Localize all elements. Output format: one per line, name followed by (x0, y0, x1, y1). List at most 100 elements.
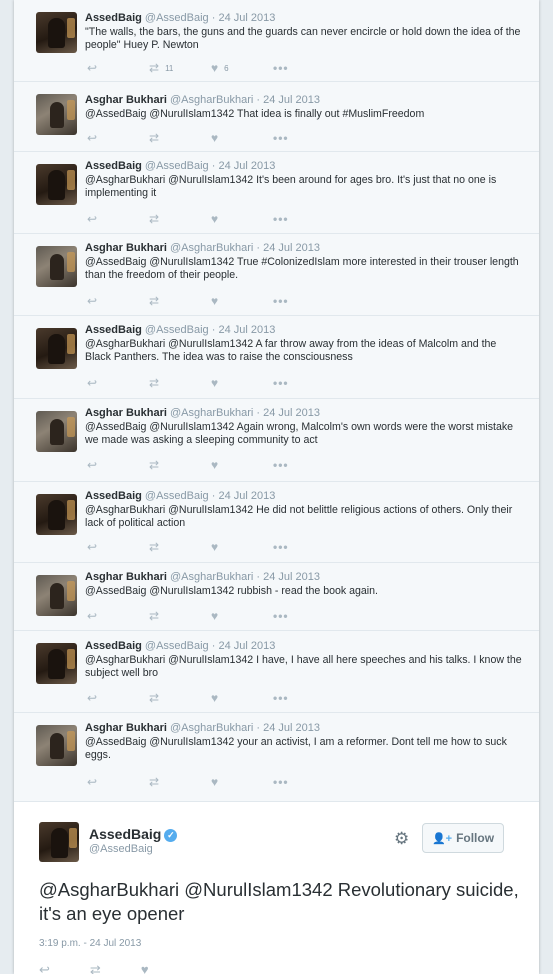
reply-icon[interactable]: ↩ (39, 962, 50, 974)
author-name[interactable]: Asghar Bukhari (85, 722, 167, 734)
like-button[interactable]: ♥ (211, 132, 273, 144)
more-button[interactable]: ••• (273, 61, 289, 75)
author-name[interactable]: AssedBaig (85, 12, 142, 24)
gear-icon[interactable]: ⚙ (394, 829, 409, 849)
author-name[interactable]: AssedBaig (85, 490, 142, 502)
avatar[interactable] (36, 12, 77, 53)
reply-button[interactable]: ↩ (87, 62, 149, 74)
author-name[interactable]: AssedBaig (85, 160, 142, 172)
retweet-button[interactable]: ⇄ (149, 541, 211, 553)
retweet-icon[interactable]: ⇄ (90, 962, 101, 974)
more-button[interactable]: ••• (273, 609, 289, 623)
reply-tweet[interactable]: Asghar Bukhari @AsgharBukhari · 24 Jul 2… (14, 399, 539, 482)
avatar[interactable] (36, 94, 77, 135)
reply-button[interactable]: ↩ (87, 692, 149, 704)
more-button[interactable]: ••• (273, 458, 289, 472)
tweet-date[interactable]: 24 Jul 2013 (218, 490, 275, 502)
reply-tweet[interactable]: AssedBaig @AssedBaig · 24 Jul 2013 @Asgha… (14, 316, 539, 399)
reply-tweet[interactable]: Asghar Bukhari @AsgharBukhari · 24 Jul 2… (14, 234, 539, 316)
like-button[interactable]: ♥ (211, 213, 273, 225)
author-name[interactable]: Asghar Bukhari (85, 407, 167, 419)
retweet-button[interactable]: ⇄ (149, 377, 211, 389)
author-handle[interactable]: @AsgharBukhari (170, 407, 253, 419)
reply-tweet[interactable]: AssedBaig @AssedBaig · 24 Jul 2013 "The w… (14, 0, 539, 82)
avatar[interactable] (36, 246, 77, 287)
tweet-date[interactable]: 24 Jul 2013 (218, 324, 275, 336)
like-button[interactable]: ♥ (211, 295, 273, 307)
author-name[interactable]: Asghar Bukhari (85, 242, 167, 254)
main-avatar[interactable] (39, 822, 79, 862)
more-button[interactable]: ••• (273, 131, 289, 145)
reply-tweet[interactable]: Asghar Bukhari @AsgharBukhari · 24 Jul 2… (14, 563, 539, 631)
retweet-button[interactable]: ⇄ (149, 295, 211, 307)
tweet-date[interactable]: 24 Jul 2013 (263, 94, 320, 106)
retweet-button[interactable]: ⇄ 11 (149, 62, 211, 74)
reply-button[interactable]: ↩ (87, 377, 149, 389)
author-handle[interactable]: @AsgharBukhari (170, 94, 253, 106)
more-button[interactable]: ••• (273, 212, 289, 226)
follow-button[interactable]: 👤+ Follow (422, 823, 504, 853)
author-name[interactable]: AssedBaig (85, 640, 142, 652)
reply-button[interactable]: ↩ (87, 776, 149, 788)
avatar[interactable] (36, 725, 77, 766)
retweet-button[interactable]: ⇄ (149, 692, 211, 704)
reply-tweet[interactable]: AssedBaig @AssedBaig · 24 Jul 2013 @Asgha… (14, 631, 539, 713)
reply-button[interactable]: ↩ (87, 541, 149, 553)
author-name[interactable]: Asghar Bukhari (85, 94, 167, 106)
reply-tweet[interactable]: Asghar Bukhari @AsgharBukhari · 24 Jul 2… (14, 713, 539, 802)
avatar[interactable] (36, 494, 77, 535)
retweet-button[interactable]: ⇄ (149, 776, 211, 788)
author-handle[interactable]: @AssedBaig (145, 160, 209, 172)
retweet-button[interactable]: ⇄ (149, 610, 211, 622)
author-handle[interactable]: @AssedBaig (145, 490, 209, 502)
tweet-date[interactable]: 24 Jul 2013 (218, 160, 275, 172)
author-handle[interactable]: @AsgharBukhari (170, 242, 253, 254)
tweet-date[interactable]: 24 Jul 2013 (263, 571, 320, 583)
avatar[interactable] (36, 643, 77, 684)
author-handle[interactable]: @AssedBaig (145, 324, 209, 336)
like-button[interactable]: ♥ (211, 692, 273, 704)
heart-icon[interactable]: ♥ (141, 962, 149, 974)
main-tweet-timestamp[interactable]: 3:19 p.m. - 24 Jul 2013 (39, 938, 141, 949)
tweet-date[interactable]: 24 Jul 2013 (263, 722, 320, 734)
like-button[interactable]: ♥ (211, 610, 273, 622)
avatar[interactable] (36, 575, 77, 616)
author-handle[interactable]: @AssedBaig (145, 12, 209, 24)
main-author-name-text[interactable]: AssedBaig (89, 826, 161, 842)
like-button[interactable]: ♥ (211, 776, 273, 788)
main-author-handle[interactable]: @AssedBaig (89, 843, 153, 855)
tweet-date[interactable]: 24 Jul 2013 (263, 242, 320, 254)
retweet-button[interactable]: ⇄ (149, 213, 211, 225)
like-button[interactable]: ♥ (211, 459, 273, 471)
like-button[interactable]: ♥ (211, 377, 273, 389)
like-button[interactable]: ♥ (211, 541, 273, 553)
reply-tweet[interactable]: AssedBaig @AssedBaig · 24 Jul 2013 @Asgha… (14, 152, 539, 234)
more-button[interactable]: ••• (273, 540, 289, 554)
author-name[interactable]: AssedBaig (85, 324, 142, 336)
tweet-date[interactable]: 24 Jul 2013 (218, 640, 275, 652)
author-handle[interactable]: @AsgharBukhari (170, 722, 253, 734)
retweet-button[interactable]: ⇄ (149, 459, 211, 471)
avatar[interactable] (36, 164, 77, 205)
avatar[interactable] (36, 328, 77, 369)
main-author-name[interactable]: AssedBaig ✓ (89, 826, 178, 842)
reply-button[interactable]: ↩ (87, 132, 149, 144)
author-name[interactable]: Asghar Bukhari (85, 571, 167, 583)
more-button[interactable]: ••• (273, 691, 289, 705)
reply-button[interactable]: ↩ (87, 610, 149, 622)
author-handle[interactable]: @AssedBaig (145, 640, 209, 652)
tweet-date[interactable]: 24 Jul 2013 (263, 407, 320, 419)
reply-button[interactable]: ↩ (87, 213, 149, 225)
more-button[interactable]: ••• (273, 775, 289, 789)
more-button[interactable]: ••• (273, 294, 289, 308)
tweet-date[interactable]: 24 Jul 2013 (218, 12, 275, 24)
avatar[interactable] (36, 411, 77, 452)
reply-button[interactable]: ↩ (87, 459, 149, 471)
reply-tweet[interactable]: Asghar Bukhari @AsgharBukhari · 24 Jul 2… (14, 82, 539, 152)
reply-tweet[interactable]: AssedBaig @AssedBaig · 24 Jul 2013 @Asgha… (14, 482, 539, 563)
reply-button[interactable]: ↩ (87, 295, 149, 307)
more-button[interactable]: ••• (273, 376, 289, 390)
retweet-button[interactable]: ⇄ (149, 132, 211, 144)
like-button[interactable]: ♥ 6 (211, 62, 273, 74)
author-handle[interactable]: @AsgharBukhari (170, 571, 253, 583)
